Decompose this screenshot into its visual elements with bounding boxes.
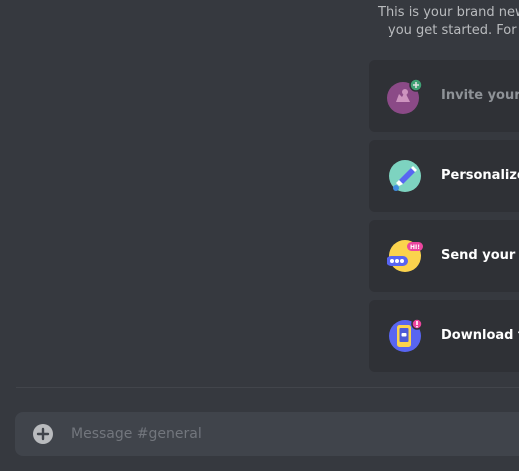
onboarding-card-send-message[interactable]: HI! Send your firs xyxy=(369,220,519,292)
message-input[interactable] xyxy=(71,412,511,456)
welcome-text-line-1: This is your brand new, xyxy=(378,5,519,20)
card-label-invite-friends: Invite your fri xyxy=(441,88,519,103)
channel-welcome-text: This is your brand new, you get started.… xyxy=(378,4,519,40)
welcome-text-line-2: you get started. For mo xyxy=(388,23,519,38)
message-composer xyxy=(15,412,519,456)
add-attachment-icon[interactable] xyxy=(33,424,53,444)
mobile-app-icon xyxy=(389,318,423,352)
card-label-download-app: Download the xyxy=(441,328,519,343)
invite-friends-icon xyxy=(387,78,423,114)
card-label-send-message: Send your firs xyxy=(441,248,519,263)
card-label-personalize: Personalize y xyxy=(441,168,519,183)
chat-divider xyxy=(16,387,519,388)
channel-chat-view: This is your brand new, you get started.… xyxy=(0,0,519,471)
onboarding-card-invite-friends[interactable]: Invite your fri xyxy=(369,60,519,132)
onboarding-card-download-app[interactable]: Download the xyxy=(369,300,519,372)
chat-bubble-icon: HI! xyxy=(387,240,423,272)
onboarding-card-personalize[interactable]: Personalize y xyxy=(369,140,519,212)
svg-text:HI!: HI! xyxy=(410,244,420,251)
paint-brush-icon xyxy=(389,160,421,192)
